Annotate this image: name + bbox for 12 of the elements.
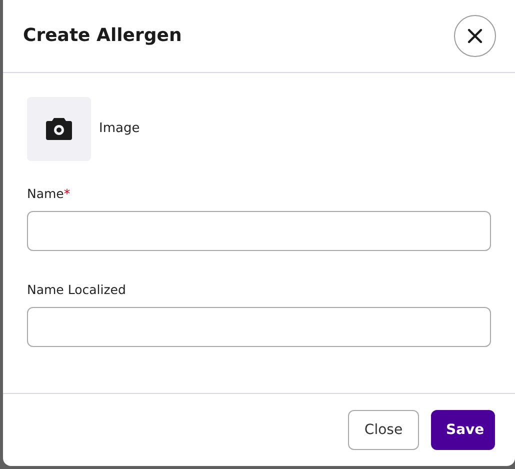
save-button[interactable]: Save: [431, 410, 495, 450]
image-label: Image: [99, 120, 140, 138]
field-label: Name*: [27, 185, 72, 203]
text-input[interactable]: [27, 306, 491, 346]
close-icon: [467, 28, 483, 44]
image-upload-tile[interactable]: [27, 97, 91, 161]
dialog-title: Create Allergen: [23, 25, 182, 47]
text-input[interactable]: [27, 210, 491, 251]
camera-icon: [46, 118, 72, 140]
field-label: Name Localized: [27, 280, 127, 299]
close-button[interactable]: [454, 15, 496, 57]
close-button[interactable]: Close: [348, 410, 419, 450]
